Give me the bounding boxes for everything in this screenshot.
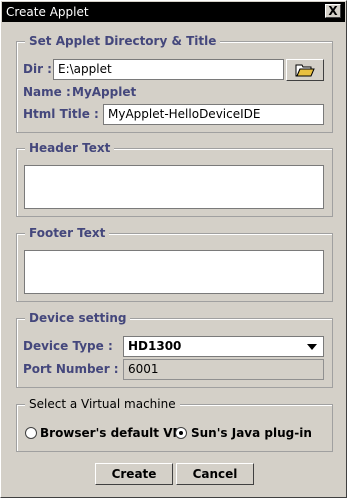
window-title: Create Applet [6, 5, 89, 19]
device-type-label: Device Type : [23, 339, 113, 353]
dir-input[interactable]: E:\applet [53, 59, 284, 80]
device-type-value: HD1300 [128, 339, 182, 353]
header-text-area[interactable] [24, 165, 324, 209]
vm-legend: Select a Virtual machine [25, 397, 180, 411]
radio-java-plugin-label[interactable]: Sun's Java plug-in [191, 426, 312, 440]
directory-legend: Set Applet Directory & Title [25, 34, 221, 48]
browse-button[interactable] [286, 59, 324, 81]
radio-browser-vm[interactable] [25, 427, 37, 439]
header-text-legend: Header Text [25, 141, 115, 155]
html-title-label: Html Title : [23, 107, 99, 121]
radio-java-plugin[interactable] [175, 427, 187, 439]
port-number-field: 6001 [123, 359, 324, 380]
html-title-input[interactable]: MyApplet-HelloDeviceIDE [103, 104, 324, 125]
close-icon: X [328, 4, 338, 18]
radio-browser-vm-label[interactable]: Browser's default VM [40, 426, 184, 440]
footer-text-legend: Footer Text [25, 226, 110, 240]
title-bar[interactable]: Create Applet X [2, 2, 345, 22]
port-number-label: Port Number : [23, 362, 119, 376]
cancel-button[interactable]: Cancel [176, 463, 254, 485]
footer-text-area[interactable] [24, 250, 324, 294]
close-button[interactable]: X [325, 4, 341, 18]
name-value: MyApplet [72, 85, 137, 99]
create-applet-dialog: Create Applet X Set Applet Directory & T… [0, 0, 347, 498]
dir-label: Dir : [23, 62, 52, 76]
folder-open-icon [295, 64, 315, 77]
name-label: Name : [23, 85, 71, 99]
device-type-select[interactable]: HD1300 [123, 336, 324, 357]
chevron-down-icon [307, 344, 317, 350]
device-setting-legend: Device setting [25, 311, 131, 325]
create-button[interactable]: Create [95, 463, 173, 485]
